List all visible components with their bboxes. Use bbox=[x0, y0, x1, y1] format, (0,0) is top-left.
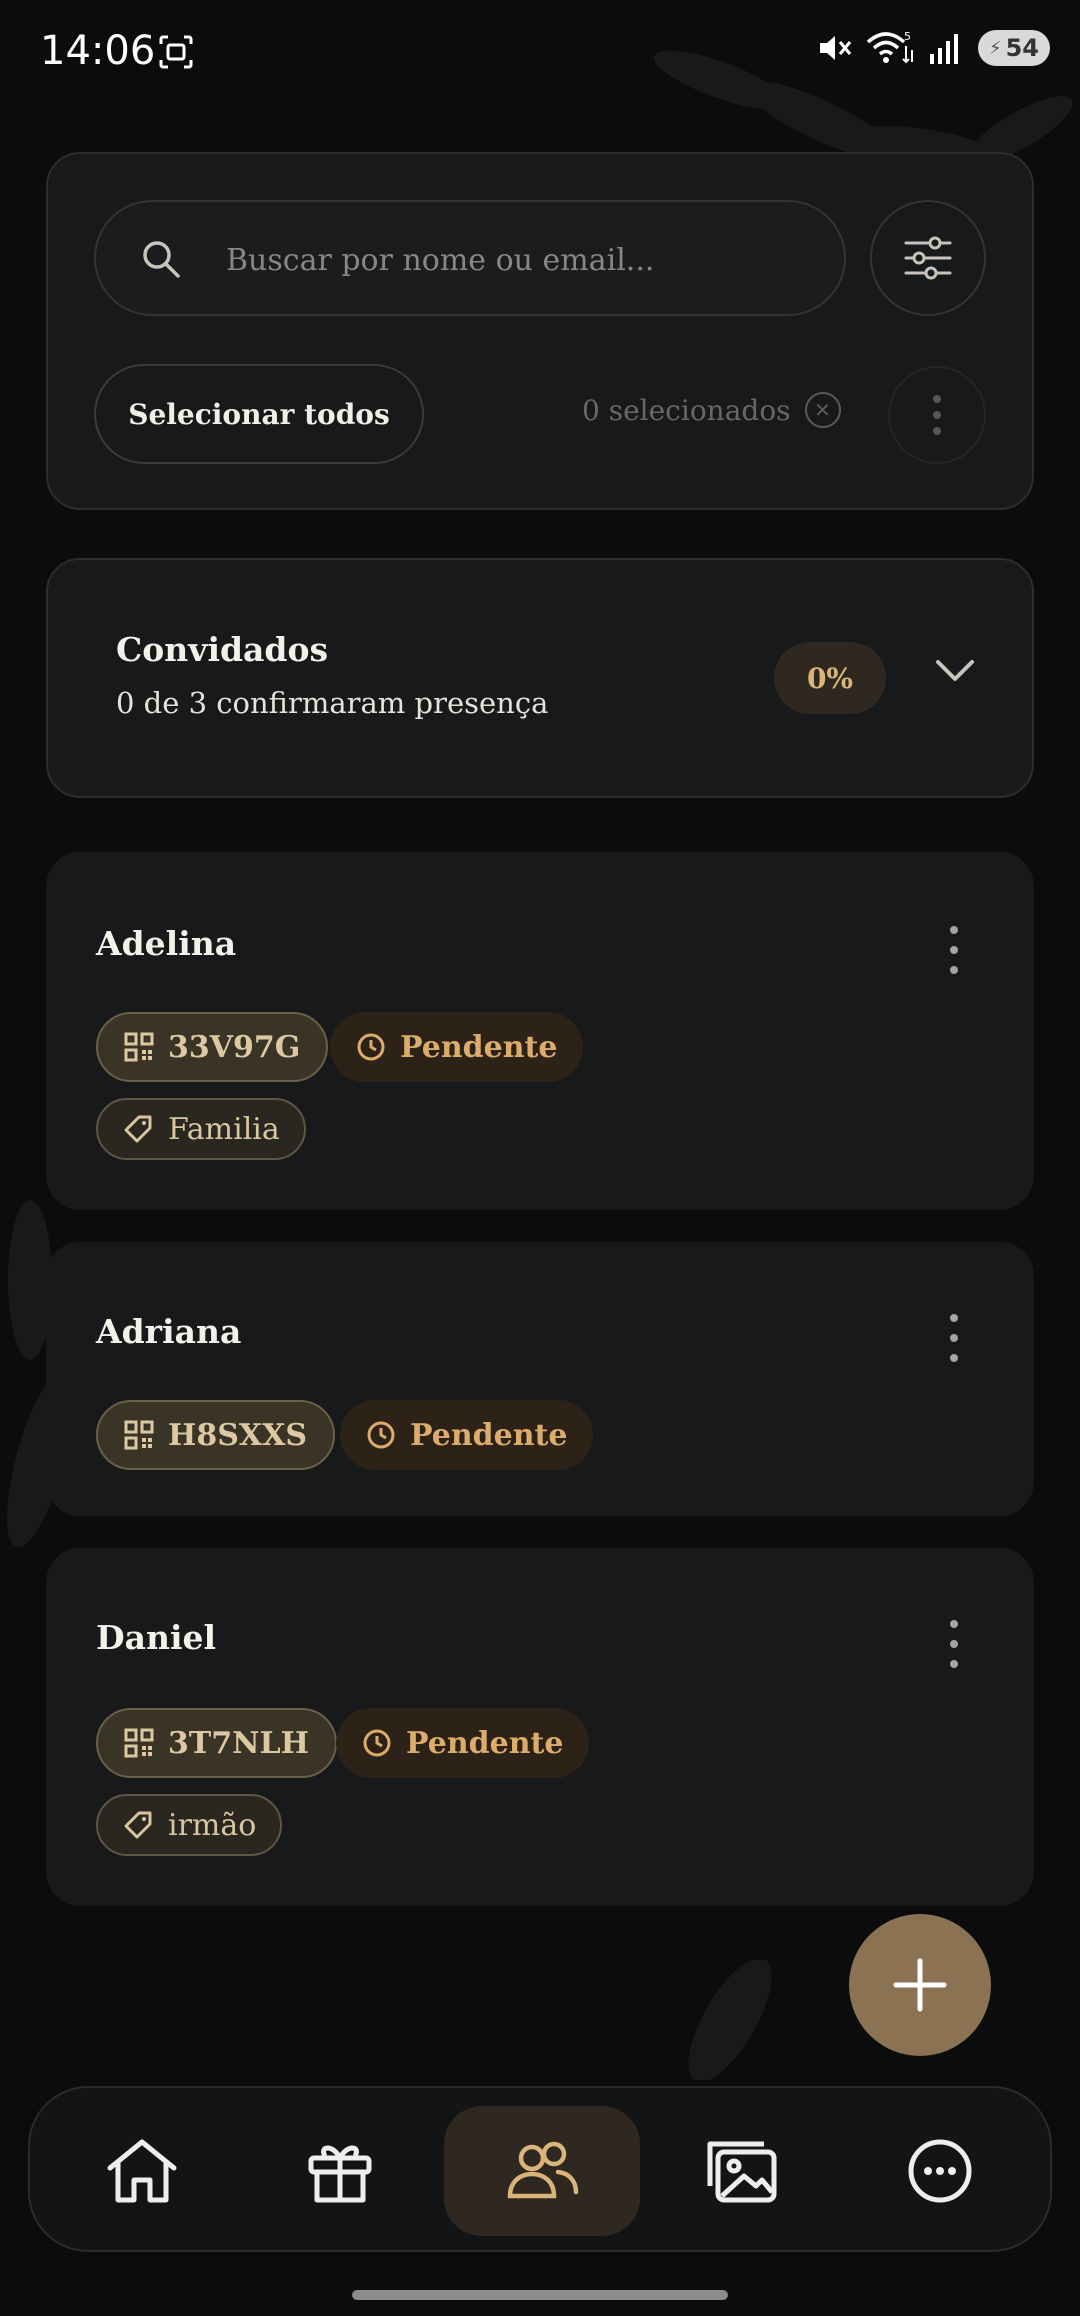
screenshot-icon bbox=[159, 35, 193, 69]
invite-code-chip[interactable]: 33V97G bbox=[96, 1012, 329, 1082]
qr-code-icon bbox=[124, 1032, 154, 1062]
filter-button[interactable] bbox=[870, 200, 986, 316]
status-badge: Pendente bbox=[330, 1012, 584, 1082]
guest-card[interactable]: Adelina 33V97G Pendente Familia bbox=[46, 852, 1034, 1210]
tag-icon bbox=[124, 1115, 152, 1143]
bottom-navigation bbox=[28, 2086, 1052, 2252]
plus-icon bbox=[893, 1958, 947, 2012]
guest-name: Adriana bbox=[96, 1312, 242, 1351]
bulk-actions-button[interactable] bbox=[888, 366, 986, 464]
status-label: Pendente bbox=[406, 1725, 564, 1761]
clock-icon bbox=[363, 1729, 391, 1757]
search-input[interactable] bbox=[226, 230, 816, 290]
background-leaf-bottom bbox=[688, 1960, 772, 2080]
confirmation-percent-badge: 0% bbox=[774, 642, 886, 714]
status-bar: 14:06 5 ⚡ 54 bbox=[0, 0, 1080, 104]
guest-name: Adelina bbox=[96, 924, 237, 963]
clock-icon bbox=[357, 1033, 385, 1061]
guests-summary[interactable]: Convidados 0 de 3 confirmaram presença 0… bbox=[46, 558, 1034, 798]
home-indicator[interactable] bbox=[352, 2290, 728, 2300]
clock-icon bbox=[367, 1421, 395, 1449]
people-icon bbox=[507, 2141, 579, 2199]
qr-code-icon bbox=[124, 1420, 154, 1450]
nav-more[interactable] bbox=[842, 2106, 1038, 2236]
more-icon bbox=[908, 2139, 972, 2203]
nav-gifts[interactable] bbox=[242, 2106, 438, 2236]
guest-tag-chip[interactable]: Familia bbox=[96, 1098, 306, 1160]
sliders-icon bbox=[904, 236, 952, 280]
invite-code: 3T7NLH bbox=[168, 1725, 309, 1761]
invite-code-chip[interactable]: 3T7NLH bbox=[96, 1708, 337, 1778]
tag-label: Familia bbox=[168, 1111, 280, 1147]
status-time: 14:06 bbox=[40, 28, 156, 74]
tag-icon bbox=[124, 1811, 152, 1839]
wifi-icon: 5 bbox=[866, 30, 913, 64]
search-box[interactable] bbox=[94, 200, 846, 316]
guest-menu-button[interactable] bbox=[934, 920, 974, 980]
status-badge: Pendente bbox=[336, 1708, 590, 1778]
add-guest-button[interactable] bbox=[849, 1914, 991, 2056]
status-badge: Pendente bbox=[340, 1400, 594, 1470]
qr-code-icon bbox=[124, 1728, 154, 1758]
selected-count: 0 selecionados ✕ bbox=[582, 392, 841, 428]
more-vertical-icon bbox=[933, 395, 941, 435]
nav-gallery[interactable] bbox=[642, 2106, 838, 2236]
summary-subtitle: 0 de 3 confirmaram presença bbox=[116, 686, 549, 720]
guest-menu-button[interactable] bbox=[934, 1308, 974, 1368]
battery-icon: ⚡ 54 bbox=[978, 30, 1050, 66]
guest-name: Daniel bbox=[96, 1618, 217, 1657]
invite-code: 33V97G bbox=[168, 1029, 301, 1065]
guest-card[interactable]: Adriana H8SXXS Pendente bbox=[46, 1242, 1034, 1516]
search-panel: Selecionar todos 0 selecionados ✕ bbox=[46, 152, 1034, 510]
mute-icon bbox=[820, 36, 852, 60]
status-label: Pendente bbox=[400, 1029, 558, 1065]
battery-level: 54 bbox=[1005, 34, 1040, 62]
chevron-down-icon[interactable] bbox=[934, 658, 976, 684]
select-all-button[interactable]: Selecionar todos bbox=[94, 364, 424, 464]
guest-menu-button[interactable] bbox=[934, 1614, 974, 1674]
guest-card[interactable]: Daniel 3T7NLH Pendente irmão bbox=[46, 1548, 1034, 1906]
gift-icon bbox=[308, 2145, 372, 2203]
summary-title: Convidados bbox=[116, 630, 329, 669]
selected-count-label: 0 selecionados bbox=[582, 393, 791, 427]
svg-text:5: 5 bbox=[904, 30, 911, 43]
nav-home[interactable] bbox=[44, 2106, 240, 2236]
guest-tag-chip[interactable]: irmão bbox=[96, 1794, 283, 1856]
gallery-icon bbox=[707, 2141, 777, 2203]
home-icon bbox=[107, 2139, 177, 2203]
nav-guests[interactable] bbox=[444, 2106, 640, 2236]
clear-selection-icon[interactable]: ✕ bbox=[804, 392, 841, 428]
invite-code: H8SXXS bbox=[168, 1417, 308, 1453]
status-label: Pendente bbox=[410, 1417, 568, 1453]
tag-label: irmão bbox=[168, 1807, 257, 1843]
search-icon bbox=[143, 241, 180, 278]
invite-code-chip[interactable]: H8SXXS bbox=[96, 1400, 336, 1470]
signal-icon bbox=[930, 34, 958, 64]
